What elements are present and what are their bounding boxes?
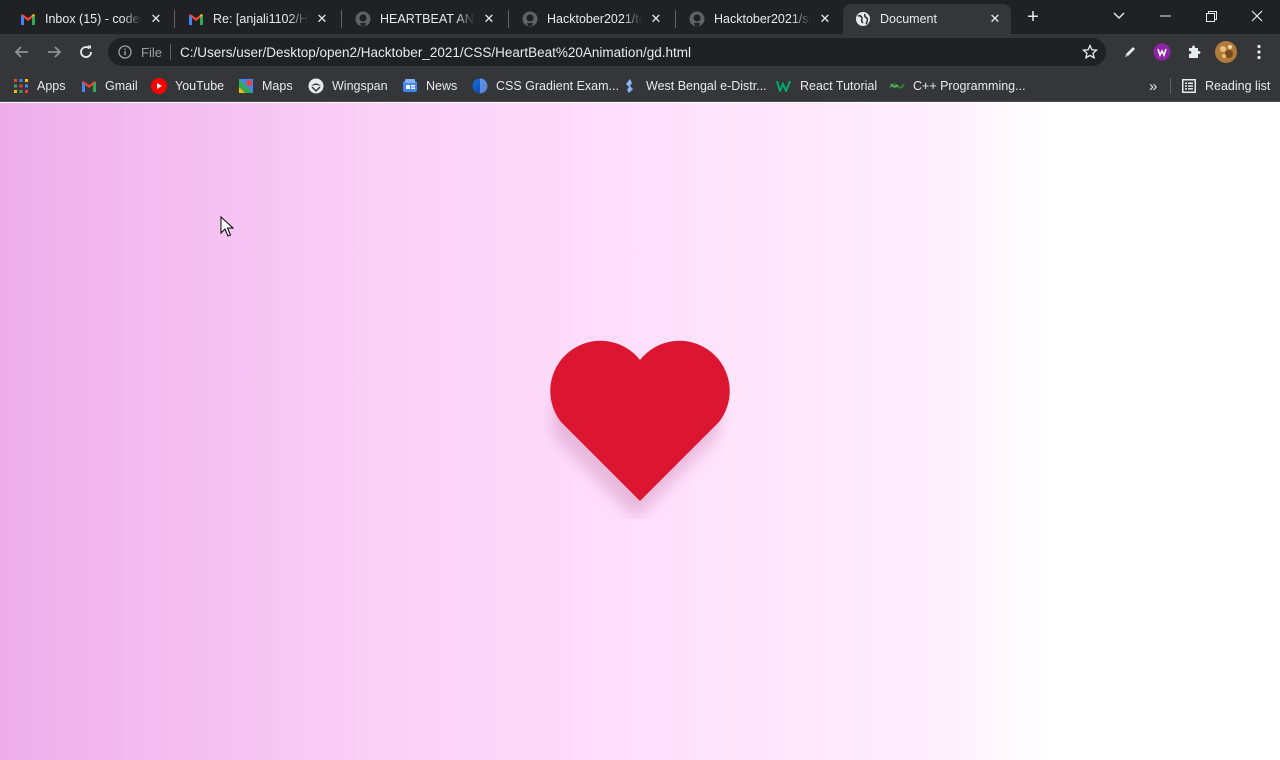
page-content	[0, 103, 1280, 760]
close-icon[interactable]: ✕	[481, 11, 497, 27]
globe-icon	[855, 11, 871, 27]
bookmarks-bar: Apps Gmail YouTube Maps Wingspan News CS…	[0, 70, 1280, 102]
purple-extension-button[interactable]	[1152, 42, 1172, 62]
reading-list-label: Reading list	[1205, 79, 1271, 93]
kebab-menu-icon	[1257, 44, 1261, 60]
back-button[interactable]	[8, 38, 36, 66]
bookmark-react-tutorial[interactable]: React Tutorial	[776, 76, 877, 96]
minimize-icon	[1159, 15, 1171, 17]
reload-button[interactable]	[72, 38, 100, 66]
close-window-button[interactable]	[1234, 0, 1280, 32]
profile-button[interactable]	[1215, 41, 1237, 63]
gmail-icon	[81, 78, 97, 94]
w3schools-icon	[776, 78, 792, 94]
bookmark-label: Apps	[37, 79, 66, 93]
tab-title: Hacktober2021/team	[547, 12, 642, 26]
tab-hacktober-team[interactable]: Hacktober2021/team ✕	[502, 4, 672, 34]
tab-inbox[interactable]: Inbox (15) - codechef ✕	[0, 4, 172, 34]
github-icon	[355, 11, 371, 27]
url-text[interactable]: C:/Users/user/Desktop/open2/Hacktober_20…	[180, 45, 691, 60]
tab-title: Hacktober2021/space	[714, 12, 811, 26]
tab-search-button[interactable]	[1096, 0, 1142, 32]
bookmark-label: Maps	[262, 79, 293, 93]
bookmark-label: YouTube	[175, 79, 225, 93]
bookmark-wingspan[interactable]: Wingspan	[308, 76, 388, 96]
tab-title: Inbox (15) - codechef	[45, 12, 142, 26]
tab-heartbeat[interactable]: HEARTBEAT ANIMATION ✕	[335, 4, 505, 34]
heart-shape	[550, 340, 730, 501]
extensions-button[interactable]	[1184, 42, 1204, 62]
bookmark-west-bengal[interactable]: West Bengal e-Distr...	[622, 76, 767, 96]
restore-icon	[1205, 10, 1217, 22]
mouse-cursor-icon	[220, 216, 234, 237]
bookmark-maps[interactable]: Maps	[238, 76, 293, 96]
arrow-left-icon	[14, 46, 28, 58]
weava-extension-icon	[1153, 43, 1171, 61]
close-icon[interactable]: ✕	[314, 11, 330, 27]
apps-grid-icon	[13, 78, 29, 94]
tab-re-anjali[interactable]: Re: [anjali1102/Hacktober ✕	[168, 4, 338, 34]
tab-title: Re: [anjali1102/Hacktober	[213, 12, 308, 26]
bookmark-apps[interactable]: Apps	[13, 76, 66, 96]
reload-icon	[80, 45, 92, 58]
bookmark-cpp-programming[interactable]: C++ Programming...	[889, 76, 1026, 96]
gmail-icon	[188, 11, 204, 27]
chevron-down-icon	[1113, 12, 1125, 19]
youtube-icon	[151, 78, 167, 94]
reading-list-button[interactable]: Reading list	[1181, 76, 1270, 96]
maps-icon	[238, 78, 254, 94]
heart	[544, 335, 736, 519]
wingspan-icon	[308, 78, 324, 94]
github-icon	[522, 11, 538, 27]
close-icon[interactable]: ✕	[987, 11, 1003, 27]
close-icon[interactable]: ✕	[817, 11, 833, 27]
cpp-icon	[889, 78, 905, 94]
star-icon[interactable]	[1082, 44, 1098, 60]
bookmark-css-gradient[interactable]: CSS Gradient Exam...	[472, 76, 619, 96]
bookmark-label: News	[426, 79, 458, 93]
info-icon[interactable]	[118, 45, 132, 59]
pen-icon	[1125, 47, 1135, 57]
puzzle-icon	[1189, 45, 1201, 58]
minimize-button[interactable]	[1142, 0, 1188, 32]
tab-document[interactable]: Document ✕	[843, 4, 1011, 34]
west-bengal-icon	[622, 78, 638, 94]
tab-hacktober-space[interactable]: Hacktober2021/space ✕	[669, 4, 841, 34]
bookmark-gmail[interactable]: Gmail	[81, 76, 138, 96]
bookmark-label: React Tutorial	[800, 79, 878, 93]
bookmarks-overflow-button[interactable]: »	[1149, 76, 1157, 96]
restore-button[interactable]	[1188, 0, 1234, 32]
address-separator	[169, 44, 171, 60]
bookmark-news[interactable]: News	[402, 76, 457, 96]
bookmark-label: C++ Programming...	[913, 79, 1026, 93]
github-icon	[689, 11, 705, 27]
address-bar[interactable]: File C:/Users/user/Desktop/open2/Hacktob…	[108, 38, 1106, 66]
pen-extension-button[interactable]	[1120, 42, 1140, 62]
gmail-icon	[20, 11, 36, 27]
tab-title: Document	[880, 12, 937, 26]
reading-list-icon	[1181, 78, 1197, 94]
arrow-right-icon	[48, 46, 62, 58]
forward-button[interactable]	[40, 38, 68, 66]
tab-title: HEARTBEAT ANIMATION	[380, 12, 475, 26]
avatar	[1215, 41, 1237, 63]
tab-strip: Inbox (15) - codechef ✕ Re: [anjali1102/…	[0, 0, 1280, 34]
news-icon	[402, 78, 418, 94]
bookmark-youtube[interactable]: YouTube	[151, 76, 224, 96]
new-tab-button[interactable]: +	[1022, 6, 1044, 28]
bookmark-label: Gmail	[105, 79, 138, 93]
bookmark-label: West Bengal e-Distr...	[646, 79, 767, 93]
menu-button[interactable]	[1249, 42, 1269, 62]
bookmark-label: Wingspan	[332, 79, 388, 93]
close-icon[interactable]: ✕	[648, 11, 664, 27]
bookmarks-separator	[1170, 78, 1171, 94]
scheme-label: File	[141, 44, 162, 60]
close-icon	[1251, 10, 1263, 22]
close-icon[interactable]: ✕	[148, 11, 164, 27]
bookmark-label: CSS Gradient Exam...	[496, 79, 619, 93]
css-gradient-icon	[472, 78, 488, 94]
browser-toolbar: File C:/Users/user/Desktop/open2/Hacktob…	[0, 34, 1280, 70]
